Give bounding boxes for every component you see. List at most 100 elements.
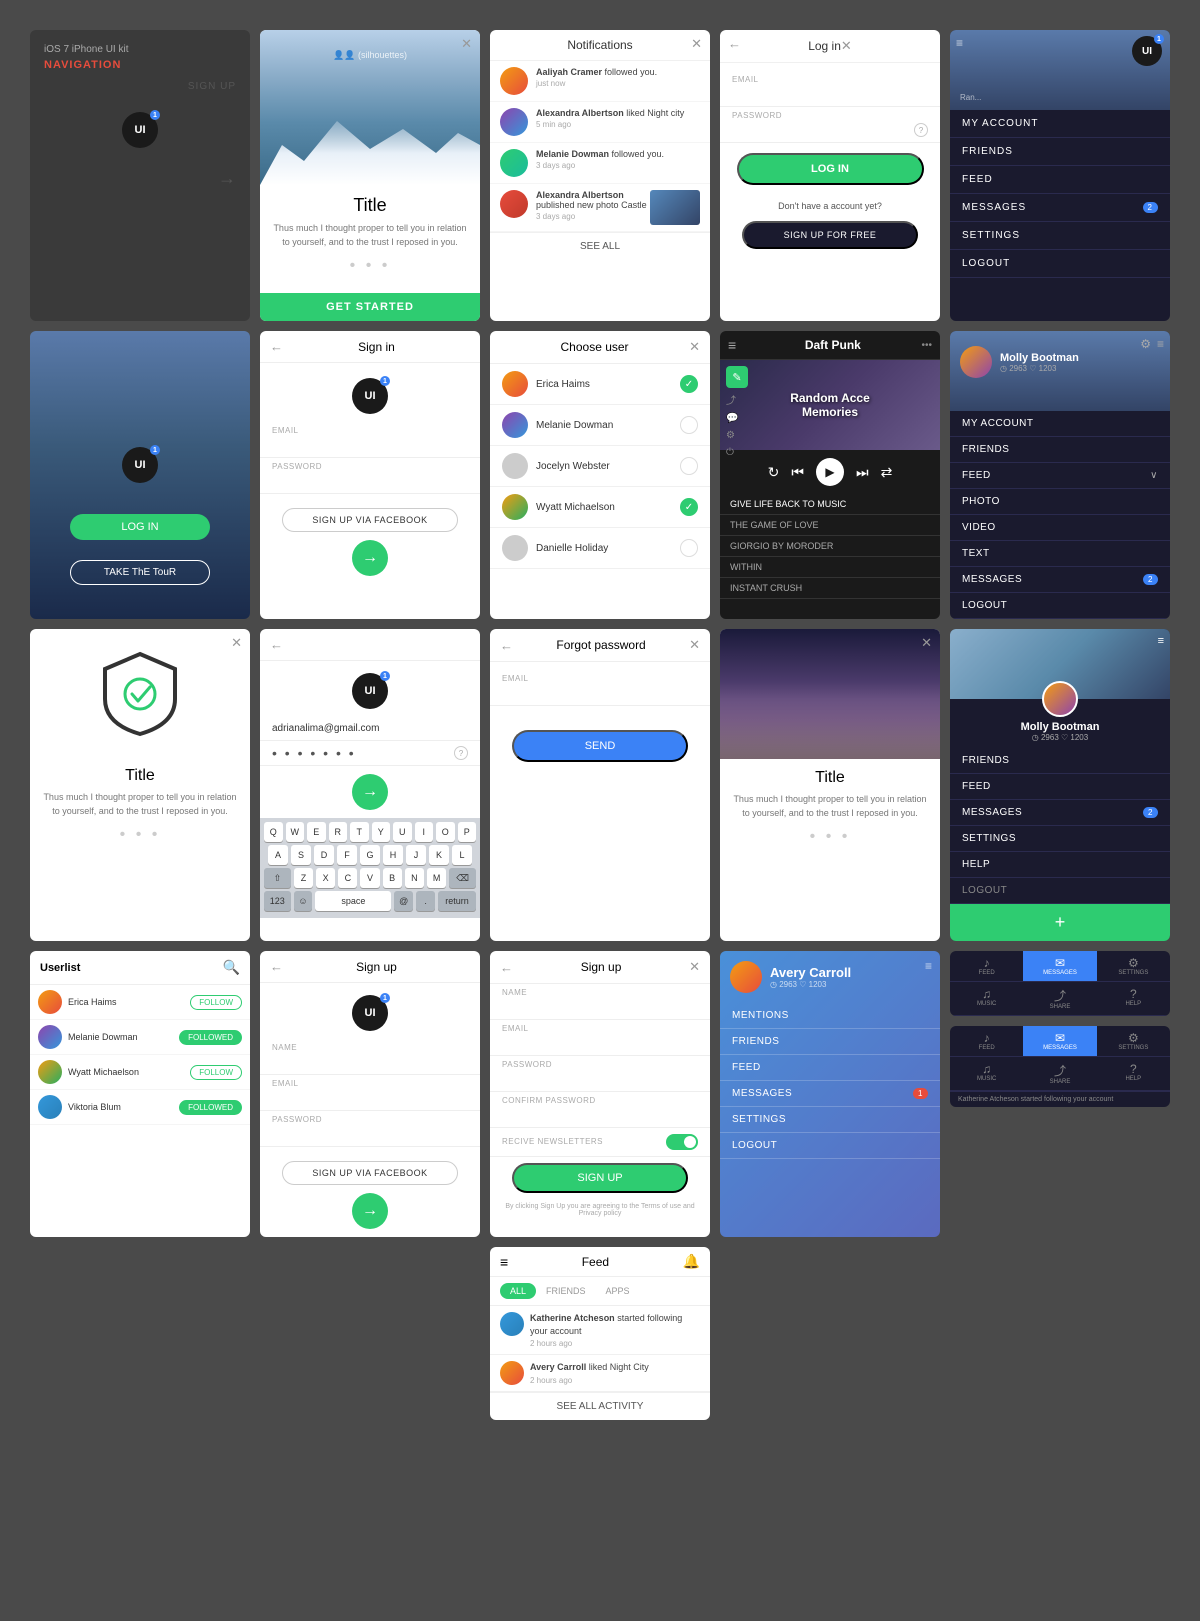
key-o[interactable]: O: [436, 822, 455, 842]
key-j[interactable]: J: [406, 845, 426, 865]
repeat-button[interactable]: ↻: [768, 464, 780, 481]
feed-tab-apps[interactable]: APPS: [596, 1283, 640, 1299]
dark-signin-back[interactable]: ←: [270, 637, 283, 652]
key-shift[interactable]: ⇧: [264, 868, 291, 888]
hamburger-icon[interactable]: ≡: [728, 337, 736, 353]
signin-arrow-button[interactable]: →: [352, 540, 388, 576]
track-3[interactable]: GIORGIO BY MORODER: [720, 536, 940, 557]
check-wyatt[interactable]: ✓: [680, 498, 698, 516]
gear-icon[interactable]: ⚙: [1140, 337, 1151, 351]
key-123[interactable]: 123: [264, 891, 291, 911]
avery-settings[interactable]: SETTINGS: [720, 1107, 940, 1133]
tab-settings-2[interactable]: ⚙ SETTINGS: [1097, 1026, 1170, 1056]
newsletter-toggle[interactable]: [666, 1134, 698, 1150]
track-1[interactable]: GIVE LIFE BACK TO MUSIC: [720, 494, 940, 515]
key-v[interactable]: V: [360, 868, 379, 888]
forgot-close-button[interactable]: ✕: [689, 637, 700, 653]
login-button[interactable]: LOG IN: [737, 153, 924, 185]
key-w[interactable]: W: [286, 822, 305, 842]
hamburger-feed[interactable]: ≡: [500, 1254, 508, 1270]
signup-password-input[interactable]: [502, 1071, 698, 1087]
signup2-facebook-button[interactable]: SIGN UP VIA FACEBOOK: [282, 1161, 458, 1185]
signup-full-close[interactable]: ✕: [689, 959, 700, 975]
check-melanie[interactable]: [680, 416, 698, 434]
key-u[interactable]: U: [393, 822, 412, 842]
arrow-forward[interactable]: →: [44, 168, 236, 189]
close-button[interactable]: ✕: [461, 36, 472, 52]
login-close-button[interactable]: ✕: [841, 38, 852, 54]
userlist-item-erica[interactable]: Erica Haims FOLLOW: [30, 985, 250, 1020]
molly2-messages[interactable]: MESSAGES 2: [950, 800, 1170, 826]
log-in-button[interactable]: LOG IN: [70, 514, 210, 540]
signup-name-input[interactable]: [502, 999, 698, 1015]
plus-button[interactable]: +: [950, 904, 1170, 941]
settings-menu-item[interactable]: SETTINGS: [950, 222, 1170, 250]
molly-friends[interactable]: FRIENDS: [950, 437, 1170, 463]
molly-text[interactable]: TEXT: [950, 541, 1170, 567]
signin-facebook-button[interactable]: SIGN UP VIA FACEBOOK: [282, 508, 458, 532]
key-c[interactable]: C: [338, 868, 357, 888]
molly-logout[interactable]: LOGOUT: [950, 593, 1170, 619]
key-return[interactable]: return: [438, 891, 476, 911]
molly-photo[interactable]: PHOTO: [950, 489, 1170, 515]
molly-my-account[interactable]: MY ACCOUNT: [950, 411, 1170, 437]
key-f[interactable]: F: [337, 845, 357, 865]
sign-up-button[interactable]: SIGN UP: [44, 81, 236, 92]
key-q[interactable]: Q: [264, 822, 283, 842]
password-hint-icon[interactable]: ?: [914, 123, 928, 137]
feed-item-1[interactable]: Katherine Atcheson started following you…: [490, 1306, 710, 1355]
molly2-logout[interactable]: LOGOUT: [950, 878, 1170, 904]
my-account-menu-item[interactable]: MY ACCOUNT: [950, 110, 1170, 138]
tab-settings-1[interactable]: ⚙ SETTINGS: [1097, 951, 1170, 981]
signup-full-back[interactable]: ←: [500, 960, 513, 975]
tab-help-2[interactable]: ? HELP: [1097, 1057, 1170, 1090]
dark-password-hint[interactable]: ?: [454, 746, 468, 760]
tab-music-1[interactable]: ♫ MUSIC: [950, 982, 1023, 1015]
molly2-feed[interactable]: FEED: [950, 774, 1170, 800]
menu-icon-2[interactable]: ≡: [1158, 635, 1164, 647]
signup2-back-button[interactable]: ←: [270, 959, 283, 974]
city-close-button[interactable]: ✕: [921, 635, 932, 651]
email-input[interactable]: [732, 86, 928, 102]
molly2-help[interactable]: HELP: [950, 852, 1170, 878]
tab-share-2[interactable]: ⤴ SHARE: [1023, 1057, 1096, 1090]
feed-menu-item[interactable]: FEED: [950, 166, 1170, 194]
tab-messages-1[interactable]: ✉ MESSAGES: [1023, 951, 1096, 981]
notification-item[interactable]: Alexandra Albertson published new photo …: [490, 184, 710, 232]
messages-menu-item[interactable]: MESSAGES 2: [950, 194, 1170, 222]
user-item-melanie[interactable]: Melanie Dowman: [490, 405, 710, 446]
track-5[interactable]: INSTANT CRUSH: [720, 578, 940, 599]
shuffle-button[interactable]: ⇄: [881, 464, 893, 481]
key-p[interactable]: P: [458, 822, 477, 842]
tab-music-2[interactable]: ♫ MUSIC: [950, 1057, 1023, 1090]
avery-logout[interactable]: LOGOUT: [720, 1133, 940, 1159]
signup2-email-input[interactable]: [272, 1090, 468, 1106]
see-all-activity-button[interactable]: SEE ALL ACTIVITY: [490, 1392, 710, 1420]
key-x[interactable]: X: [316, 868, 335, 888]
key-k[interactable]: K: [429, 845, 449, 865]
userlist-item-melanie[interactable]: Melanie Dowman FOLLOWED: [30, 1020, 250, 1055]
signup-confirm-input[interactable]: [502, 1107, 698, 1123]
key-d[interactable]: D: [314, 845, 334, 865]
signup-button[interactable]: SIGN UP: [512, 1163, 688, 1193]
logout-menu-item[interactable]: LOGOUT: [950, 250, 1170, 278]
avery-friends[interactable]: FRIENDS: [720, 1029, 940, 1055]
signin-back-button[interactable]: ←: [270, 339, 283, 354]
key-n[interactable]: N: [405, 868, 424, 888]
user-item-jocelyn[interactable]: Jocelyn Webster: [490, 446, 710, 487]
signup-free-button[interactable]: SIGN UP FOR FREE: [742, 221, 918, 249]
key-space[interactable]: space: [315, 891, 391, 911]
track-4[interactable]: WITHIN: [720, 557, 940, 578]
molly-feed[interactable]: FEED ∨: [950, 463, 1170, 489]
key-a[interactable]: A: [268, 845, 288, 865]
take-tour-button[interactable]: TAKE ThE TouR: [70, 560, 210, 585]
dark-arrow-button[interactable]: →: [352, 774, 388, 810]
tab-messages-2[interactable]: ✉ MESSAGES: [1023, 1026, 1096, 1056]
key-backspace[interactable]: ⌫: [449, 868, 476, 888]
signup2-arrow-button[interactable]: →: [352, 1193, 388, 1229]
avery-menu-icon[interactable]: ≡: [925, 959, 932, 973]
key-h[interactable]: H: [383, 845, 403, 865]
next-button[interactable]: ⏭: [856, 464, 869, 481]
check-erica[interactable]: ✓: [680, 375, 698, 393]
share-icon[interactable]: ⤴: [726, 392, 738, 407]
